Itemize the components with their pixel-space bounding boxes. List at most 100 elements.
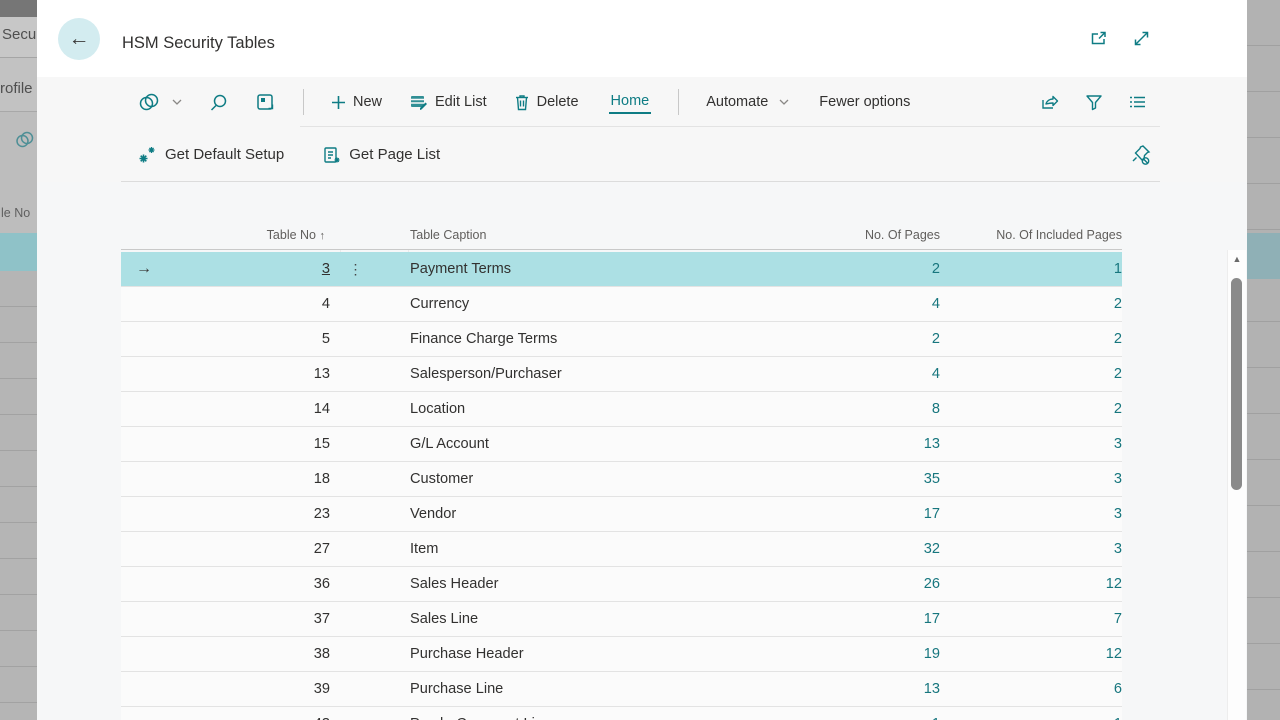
search-icon[interactable]	[209, 93, 228, 112]
cell-table-no[interactable]: 15	[160, 427, 330, 461]
vertical-scrollbar[interactable]: ▲	[1227, 250, 1246, 720]
cell-no-of-pages[interactable]: 13	[740, 427, 940, 461]
grid-column-headers: Table No ↑ Table Caption No. Of Pages No…	[121, 210, 1122, 250]
back-button[interactable]: ←	[58, 18, 100, 60]
tab-home[interactable]: Home	[609, 91, 652, 114]
table-row[interactable]: 5 Finance Charge Terms 2 2	[121, 322, 1122, 357]
background-table-rows	[0, 271, 37, 720]
table-row[interactable]: 43 Purch. Comment Line 1 1	[121, 707, 1122, 720]
automate-label: Automate	[706, 94, 768, 110]
column-header-no-of-included-pages[interactable]: No. Of Included Pages	[922, 228, 1122, 242]
cell-table-no[interactable]: 14	[160, 392, 330, 426]
cell-no-of-pages[interactable]: 17	[740, 497, 940, 531]
cell-no-of-pages[interactable]: 8	[740, 392, 940, 426]
background-selected-row	[0, 233, 37, 271]
cell-no-of-included-pages[interactable]: 3	[922, 427, 1122, 461]
cell-table-no[interactable]: 3	[160, 252, 330, 286]
get-page-list-button[interactable]: Get Page List	[322, 145, 440, 165]
cell-no-of-included-pages[interactable]: 3	[922, 532, 1122, 566]
cell-table-caption: Purchase Header	[410, 637, 524, 671]
table-row[interactable]: 37 Sales Line 17 7	[121, 602, 1122, 637]
table-row[interactable]: 18 Customer 35 3	[121, 462, 1122, 497]
table-row[interactable]: 15 G/L Account 13 3	[121, 427, 1122, 462]
cell-table-no[interactable]: 37	[160, 602, 330, 636]
table-row[interactable]: → 3 ⋮ Payment Terms 2 1	[121, 252, 1122, 287]
scrollbar-thumb[interactable]	[1231, 278, 1242, 490]
table-row[interactable]: 13 Salesperson/Purchaser 4 2	[121, 357, 1122, 392]
cell-no-of-included-pages[interactable]: 12	[922, 637, 1122, 671]
fewer-options-button[interactable]: Fewer options	[819, 94, 910, 110]
cell-table-no[interactable]: 36	[160, 567, 330, 601]
cell-no-of-included-pages[interactable]: 2	[922, 322, 1122, 356]
filter-icon[interactable]	[1085, 93, 1103, 111]
switch-view-icon	[137, 92, 161, 112]
column-header-no-of-pages[interactable]: No. Of Pages	[740, 228, 940, 242]
cell-no-of-pages[interactable]: 13	[740, 672, 940, 706]
switch-view-button[interactable]	[137, 92, 182, 112]
table-row[interactable]: 23 Vendor 17 3	[121, 497, 1122, 532]
cell-no-of-pages[interactable]: 32	[740, 532, 940, 566]
cell-no-of-pages[interactable]: 4	[740, 287, 940, 321]
unpin-icon[interactable]	[1130, 127, 1152, 182]
cell-no-of-included-pages[interactable]: 2	[922, 392, 1122, 426]
table-row[interactable]: 14 Location 8 2	[121, 392, 1122, 427]
cell-table-no[interactable]: 23	[160, 497, 330, 531]
cell-no-of-pages[interactable]: 19	[740, 637, 940, 671]
table-row[interactable]: 4 Currency 4 2	[121, 287, 1122, 322]
open-in-new-window-icon[interactable]	[1089, 29, 1108, 48]
toolbar-divider	[678, 89, 679, 115]
cell-no-of-included-pages[interactable]: 2	[922, 357, 1122, 391]
cell-no-of-pages[interactable]: 1	[740, 707, 940, 720]
cell-table-no[interactable]: 27	[160, 532, 330, 566]
get-page-list-label: Get Page List	[349, 146, 440, 163]
cell-no-of-pages[interactable]: 2	[740, 252, 940, 286]
cell-table-no[interactable]: 39	[160, 672, 330, 706]
cell-table-no[interactable]: 18	[160, 462, 330, 496]
table-row[interactable]: 38 Purchase Header 19 12	[121, 637, 1122, 672]
cell-table-no[interactable]: 13	[160, 357, 330, 391]
row-options-ellipsis-icon[interactable]: ⋮	[340, 252, 371, 286]
get-default-setup-button[interactable]: Get Default Setup	[137, 145, 284, 165]
table-row[interactable]: 39 Purchase Line 13 6	[121, 672, 1122, 707]
cell-table-caption: Customer	[410, 462, 473, 496]
scrollbar-up-arrow[interactable]: ▲	[1228, 254, 1246, 264]
cell-table-no[interactable]: 4	[160, 287, 330, 321]
cell-no-of-included-pages[interactable]: 3	[922, 462, 1122, 496]
cell-no-of-pages[interactable]: 2	[740, 322, 940, 356]
delete-button[interactable]: Delete	[514, 93, 579, 111]
edit-list-button[interactable]: Edit List	[409, 93, 487, 111]
cell-table-caption: Finance Charge Terms	[410, 322, 557, 356]
cell-no-of-included-pages[interactable]: 3	[922, 497, 1122, 531]
delete-label: Delete	[537, 94, 579, 110]
new-button[interactable]: New	[331, 94, 382, 110]
cell-no-of-included-pages[interactable]: 2	[922, 287, 1122, 321]
background-clipped-text: Secu	[2, 26, 36, 43]
automate-menu[interactable]: Automate	[706, 94, 789, 110]
table-row[interactable]: 27 Item 32 3	[121, 532, 1122, 567]
grid-rows: → 3 ⋮ Payment Terms 2 1 4 Currency 4 2 5…	[121, 252, 1122, 720]
cell-table-no[interactable]: 38	[160, 637, 330, 671]
cell-table-caption: Sales Header	[410, 567, 498, 601]
table-row[interactable]: 36 Sales Header 26 12	[121, 567, 1122, 602]
plus-icon	[331, 95, 346, 110]
cell-table-caption: G/L Account	[410, 427, 489, 461]
background-switch-icon	[14, 130, 36, 150]
column-header-table-caption[interactable]: Table Caption	[410, 228, 486, 242]
cell-no-of-included-pages[interactable]: 7	[922, 602, 1122, 636]
cell-no-of-pages[interactable]: 35	[740, 462, 940, 496]
share-icon[interactable]	[1040, 93, 1060, 111]
back-arrow-icon: ←	[69, 27, 90, 51]
expand-page-icon[interactable]	[1132, 29, 1151, 48]
cell-no-of-pages[interactable]: 17	[740, 602, 940, 636]
column-header-table-no[interactable]: Table No ↑	[160, 228, 325, 242]
cell-no-of-pages[interactable]: 26	[740, 567, 940, 601]
cell-no-of-pages[interactable]: 4	[740, 357, 940, 391]
cell-table-no[interactable]: 5	[160, 322, 330, 356]
analyze-icon[interactable]	[255, 92, 276, 112]
cell-no-of-included-pages[interactable]: 1	[922, 252, 1122, 286]
list-view-icon[interactable]	[1128, 94, 1147, 110]
cell-no-of-included-pages[interactable]: 1	[922, 707, 1122, 720]
cell-table-no[interactable]: 43	[160, 707, 330, 720]
cell-no-of-included-pages[interactable]: 12	[922, 567, 1122, 601]
cell-no-of-included-pages[interactable]: 6	[922, 672, 1122, 706]
